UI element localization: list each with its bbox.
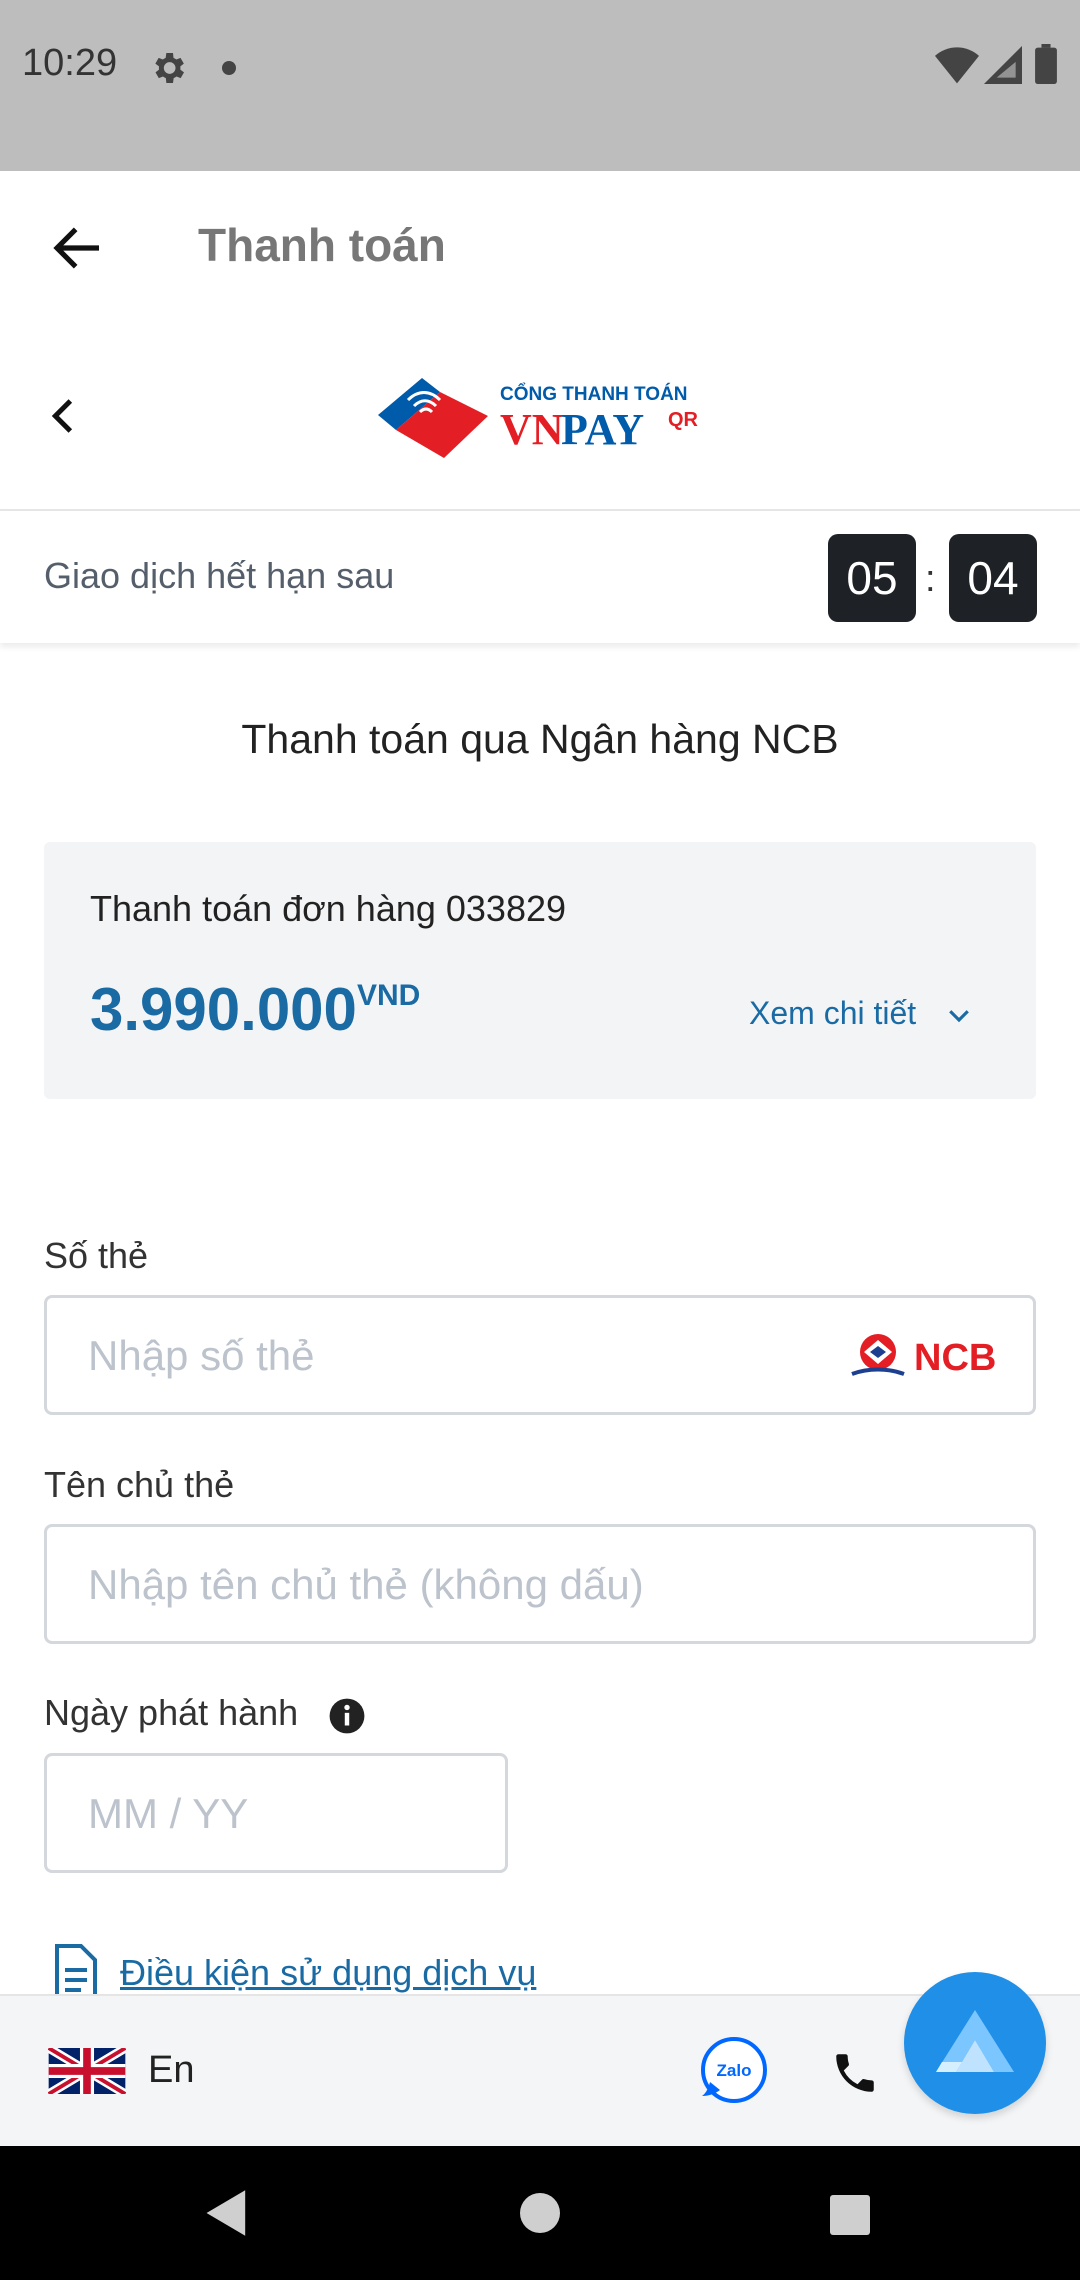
status-time: 10:29	[22, 42, 118, 84]
view-details-link[interactable]: Xem chi tiết	[749, 995, 916, 1032]
uk-flag-icon[interactable]	[48, 2048, 126, 2094]
app-bar	[0, 171, 1080, 326]
card-number-label: Số thẻ	[44, 1235, 149, 1276]
chevron-left-icon[interactable]	[44, 396, 80, 436]
issue-date-placeholder[interactable]: MM / YY	[88, 1790, 248, 1838]
support-fab-button[interactable]	[904, 1972, 1046, 2114]
nav-home-icon[interactable]	[520, 2193, 560, 2233]
svg-text:PAY: PAY	[561, 405, 644, 454]
nav-recents-icon[interactable]	[830, 2195, 870, 2235]
battery-icon	[1035, 44, 1057, 84]
timer-label: Giao dịch hết hạn sau	[44, 555, 395, 596]
payment-amount: 3.990.000VND	[90, 975, 420, 1044]
svg-text:NCB: NCB	[914, 1337, 996, 1379]
app-logo-icon	[936, 2010, 1014, 2072]
svg-text:VN: VN	[500, 405, 564, 454]
nav-back-icon[interactable]	[204, 2188, 250, 2238]
amount-value: 3.990.000	[90, 976, 357, 1043]
order-card	[44, 842, 1036, 1099]
settings-gear-icon	[155, 53, 184, 83]
amount-currency: VND	[356, 979, 421, 1012]
timer-minutes: 05	[828, 534, 916, 622]
ncb-bank-logo: NCB	[851, 1334, 996, 1379]
card-number-placeholder[interactable]: Nhập số thẻ	[88, 1332, 315, 1380]
back-arrow-icon[interactable]	[50, 220, 106, 276]
order-title: Thanh toán đơn hàng 033829	[90, 888, 567, 929]
info-icon[interactable]	[328, 1697, 366, 1735]
language-label[interactable]: En	[148, 2049, 194, 2092]
cell-signal-icon	[984, 46, 1022, 84]
chevron-down-icon[interactable]	[944, 1000, 974, 1030]
document-icon	[55, 1944, 97, 2000]
card-holder-placeholder[interactable]: Nhập tên chủ thẻ (không dấu)	[88, 1561, 644, 1609]
phone-icon[interactable]	[830, 2048, 880, 2098]
payment-heading: Thanh toán qua Ngân hàng NCB	[241, 716, 839, 762]
card-holder-label: Tên chủ thẻ	[44, 1464, 235, 1505]
zalo-icon[interactable]: Zalo	[700, 2036, 768, 2104]
svg-text:QR: QR	[668, 409, 699, 431]
vnpay-logo: CỔNG THANH TOÁN VN PAY QR	[378, 378, 699, 458]
timer-seconds: 04	[949, 534, 1037, 622]
timer-separator: :	[925, 558, 936, 600]
svg-text:Zalo: Zalo	[717, 2061, 752, 2080]
page-title: Thanh toán	[198, 219, 446, 271]
notification-dot-icon	[222, 61, 236, 75]
issue-date-label: Ngày phát hành	[44, 1692, 299, 1733]
wifi-icon	[935, 47, 979, 84]
terms-of-service-link[interactable]: Điều kiện sử dụng dịch vụ	[120, 1952, 536, 1994]
svg-text:CỔNG THANH TOÁN: CỔNG THANH TOÁN	[500, 383, 688, 405]
